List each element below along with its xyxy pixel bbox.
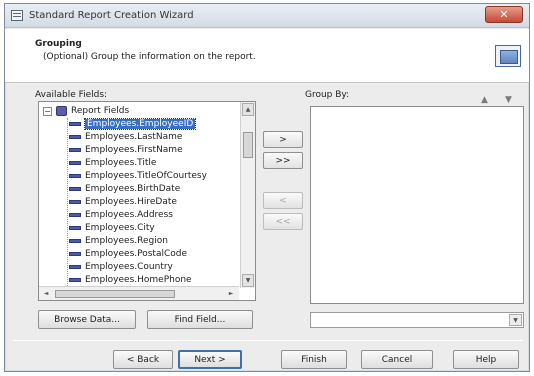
wizard-window: Standard Report Creation Wizard ✕ Groupi…: [4, 3, 530, 372]
field-item[interactable]: Employees.Address: [69, 209, 173, 221]
database-icon: [56, 106, 67, 116]
field-icon: [69, 187, 81, 191]
title-bar: Standard Report Creation Wizard ✕: [5, 4, 529, 28]
vertical-scrollbar[interactable]: ▲ ▼: [240, 102, 255, 288]
close-button[interactable]: ✕: [485, 6, 523, 23]
field-icon: [69, 174, 81, 178]
field-item[interactable]: Employees.HireDate: [69, 196, 177, 208]
field-item-label: Employees.EmployeeID: [83, 118, 197, 130]
field-icon: [69, 135, 81, 139]
finish-button[interactable]: Finish: [281, 350, 347, 369]
step-title: Grouping: [35, 39, 82, 49]
find-field-button[interactable]: Find Field...: [147, 310, 253, 329]
field-icon: [69, 213, 81, 217]
add-all-fields-button[interactable]: >>: [263, 152, 303, 169]
field-item[interactable]: Employees.EmployeeID: [69, 118, 197, 130]
field-item-label: Employees.BirthDate: [85, 184, 181, 194]
footer-divider: [13, 340, 523, 341]
group-sort-order-select[interactable]: ▼: [310, 312, 524, 328]
remove-all-fields-button[interactable]: <<: [263, 213, 303, 230]
available-fields-label: Available Fields:: [35, 90, 108, 100]
field-item-label: Employees.TitleOfCourtesy: [85, 171, 207, 181]
add-field-button[interactable]: >: [263, 131, 303, 148]
move-up-arrow-icon[interactable]: ▲: [481, 95, 488, 105]
field-item-label: Employees.Region: [85, 236, 168, 246]
field-item[interactable]: Employees.FirstName: [69, 144, 183, 156]
window-app-icon: [11, 10, 23, 21]
tree-root-label: Report Fields: [71, 106, 130, 116]
group-by-label: Group By:: [305, 90, 350, 100]
field-item-label: Employees.HomePhone: [85, 275, 192, 285]
field-item-label: Employees.PostalCode: [85, 249, 188, 259]
collapse-icon[interactable]: −: [43, 106, 52, 116]
group-by-list[interactable]: [310, 106, 524, 304]
field-item-label: Employees.Country: [85, 262, 173, 272]
field-item-label: Employees.LastName: [85, 132, 183, 142]
field-icon: [69, 148, 81, 152]
field-item-label: Employees.HireDate: [85, 197, 177, 207]
field-item[interactable]: Employees.City: [69, 222, 155, 234]
move-down-arrow-icon[interactable]: ▼: [505, 95, 512, 105]
browse-data-button[interactable]: Browse Data...: [38, 310, 136, 329]
scroll-up-arrow-icon[interactable]: ▲: [242, 103, 254, 116]
scroll-right-arrow-icon[interactable]: ►: [225, 288, 237, 299]
field-item[interactable]: Employees.Region: [69, 235, 168, 247]
field-icon: [69, 200, 81, 204]
field-item-label: Employees.Title: [85, 158, 157, 168]
field-item[interactable]: Employees.PostalCode: [69, 248, 187, 260]
field-icon: [69, 278, 81, 282]
field-item[interactable]: Employees.TitleOfCourtesy: [69, 170, 207, 182]
tree-connector-line: [67, 118, 68, 288]
step-description: (Optional) Group the information on the …: [43, 52, 256, 62]
field-item-label: Employees.Address: [85, 210, 173, 220]
horizontal-scrollbar[interactable]: ◄ ►: [39, 286, 239, 300]
field-icon: [69, 122, 81, 126]
field-item[interactable]: Employees.Title: [69, 157, 156, 169]
back-button[interactable]: < Back: [113, 350, 173, 369]
field-item[interactable]: Employees.HomePhone: [69, 274, 192, 286]
scroll-left-arrow-icon[interactable]: ◄: [40, 288, 52, 299]
field-item-label: Employees.City: [85, 223, 155, 233]
group-report-icon: [495, 45, 521, 67]
field-item-label: Employees.FirstName: [85, 145, 183, 155]
field-item[interactable]: Employees.Country: [69, 261, 173, 273]
scroll-down-arrow-icon[interactable]: ▼: [242, 274, 254, 287]
field-item[interactable]: Employees.LastName: [69, 131, 182, 143]
window-title: Standard Report Creation Wizard: [29, 10, 194, 21]
vertical-scroll-thumb[interactable]: [243, 132, 253, 158]
chevron-down-icon[interactable]: ▼: [509, 314, 522, 326]
tree-root-node[interactable]: − Report Fields: [43, 105, 129, 117]
horizontal-scroll-thumb[interactable]: [55, 290, 175, 298]
next-button[interactable]: Next >: [178, 350, 242, 369]
available-fields-tree[interactable]: − Report Fields Employees.EmployeeID Empl…: [38, 101, 256, 301]
cancel-button[interactable]: Cancel: [361, 350, 433, 369]
field-icon: [69, 239, 81, 243]
field-icon: [69, 265, 81, 269]
remove-field-button[interactable]: <: [263, 192, 303, 209]
field-icon: [69, 226, 81, 230]
field-icon: [69, 161, 81, 165]
wizard-header: Grouping (Optional) Group the informatio…: [5, 29, 529, 83]
help-button[interactable]: Help: [453, 350, 519, 369]
field-icon: [69, 252, 81, 256]
field-item[interactable]: Employees.BirthDate: [69, 183, 180, 195]
tree-viewport: − Report Fields Employees.EmployeeID Empl…: [39, 102, 239, 288]
